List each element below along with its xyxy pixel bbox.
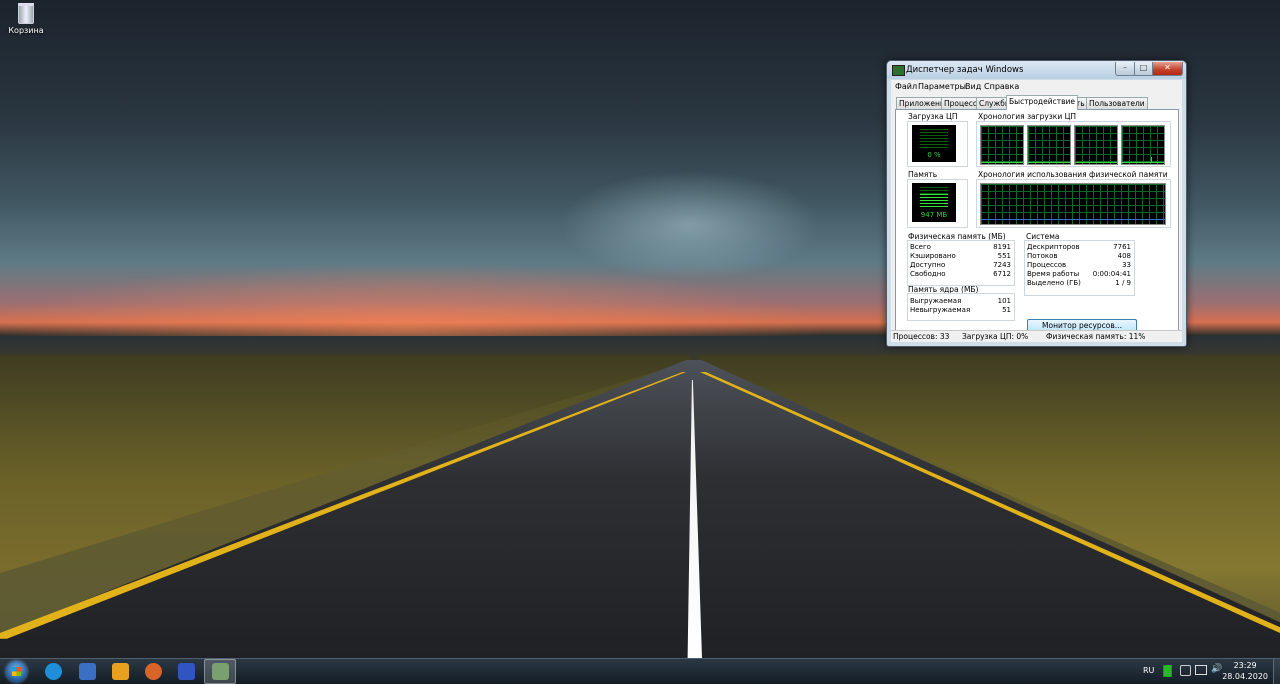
stat-row: Время работы 0:00:04:41	[1027, 270, 1131, 278]
memory-fill	[920, 194, 948, 209]
taskbar-app-save[interactable]	[171, 660, 201, 683]
memory-meter: 947 МБ	[912, 183, 956, 222]
stat-row: Процессов 33	[1027, 261, 1131, 269]
status-cpu: Загрузка ЦП: 0%	[962, 332, 1029, 341]
memory-value: 947 МБ	[920, 211, 948, 219]
cpu-history-graph-core1	[980, 125, 1024, 165]
menu-bar: Файл Параметры Вид Справка	[891, 80, 1182, 93]
menu-file[interactable]: Файл	[895, 82, 917, 91]
performance-panel: Загрузка ЦП 0 % Хронология загрузки ЦП П…	[895, 109, 1179, 332]
cpu-history-graph-core2	[1027, 125, 1071, 165]
title-bar[interactable]: Диспетчер задач Windows – □ ✕	[887, 61, 1186, 79]
sunflower-icon	[112, 663, 129, 680]
kernel-memory-group: Выгружаемая 101 Невыгружаемая 51	[907, 293, 1015, 321]
memory-history-graph	[980, 183, 1166, 225]
network-icon[interactable]	[1180, 665, 1191, 676]
taskbar-app-edge[interactable]	[38, 660, 68, 683]
task-manager-icon	[892, 65, 905, 76]
start-button[interactable]	[6, 661, 27, 682]
stat-row: Свободно 6712	[910, 270, 1011, 278]
menu-options[interactable]: Параметры	[918, 82, 966, 91]
tab-performance[interactable]: Быстродействие	[1006, 95, 1078, 110]
clock[interactable]: 23:29 28.04.2020	[1222, 660, 1268, 682]
show-desktop-button[interactable]	[1273, 659, 1280, 684]
minimize-button[interactable]: –	[1115, 62, 1135, 76]
cpu-usage-meter: 0 %	[912, 125, 956, 162]
taskbar: RU 🔊 23:29 28.04.2020	[0, 658, 1280, 684]
clock-date: 28.04.2020	[1222, 672, 1268, 681]
task-manager-window: Диспетчер задач Windows – □ ✕ Файл Парам…	[886, 60, 1187, 347]
cpu-history-title: Хронология загрузки ЦП	[978, 112, 1077, 121]
stat-row: Выгружаемая 101	[910, 297, 1011, 305]
window-body: Приложения Процессы Службы Быстродействи…	[891, 93, 1182, 342]
storm-cloud	[560, 170, 820, 280]
taskbar-app-photos[interactable]	[105, 660, 135, 683]
action-center-icon[interactable]	[1195, 665, 1207, 675]
status-processes: Процессов: 33	[893, 332, 950, 341]
stat-row: Кэшировано 551	[910, 252, 1011, 260]
stat-row: Доступно 7243	[910, 261, 1011, 269]
menu-help[interactable]: Справка	[984, 82, 1019, 91]
paint-icon	[145, 663, 162, 680]
task-manager-icon	[212, 663, 229, 680]
menu-view[interactable]: Вид	[965, 82, 981, 91]
physical-memory-group: Всего 8191 Кэшировано 551 Доступно 7243 Сво…	[907, 240, 1015, 286]
status-memory: Физическая память: 11%	[1046, 332, 1146, 341]
clock-time: 23:29	[1233, 661, 1257, 670]
system-group: Дескрипторов 7761 Потоков 408 Процессов 33 …	[1024, 240, 1135, 296]
stat-row: Невыгружаемая 51	[910, 306, 1011, 314]
taskbar-app-calendar[interactable]	[72, 660, 102, 683]
calendar-app-icon	[79, 663, 96, 680]
stat-row: Выделено (ГБ) 1 / 9	[1027, 279, 1131, 287]
desktop-icon-label: Корзина	[8, 26, 44, 35]
cpu-usage-value: 0 %	[927, 151, 941, 159]
close-button[interactable]: ✕	[1152, 62, 1183, 76]
edge-icon	[45, 663, 62, 680]
window-title: Диспетчер задач Windows	[906, 65, 1024, 75]
taskbar-app-paint[interactable]	[138, 660, 168, 683]
recycle-bin-icon	[18, 3, 34, 24]
cpu-usage-title: Загрузка ЦП	[908, 112, 958, 121]
cpu-history-graph-core4	[1121, 125, 1165, 165]
memory-history-title: Хронология использования физической памя…	[978, 170, 1168, 179]
volume-icon[interactable]: 🔊	[1211, 664, 1222, 674]
stat-row: Потоков 408	[1027, 252, 1131, 260]
cpu-history-graph-core3	[1074, 125, 1118, 165]
windows-logo-icon	[12, 667, 21, 676]
language-indicator[interactable]: RU	[1143, 666, 1154, 675]
tab-users[interactable]: Пользователи	[1086, 97, 1148, 109]
desktop-icon-recycle-bin[interactable]: Корзина	[6, 3, 46, 35]
memory-title: Память	[908, 170, 938, 179]
stat-row: Дескрипторов 7761	[1027, 243, 1131, 251]
status-bar: Процессов: 33 Загрузка ЦП: 0% Физическая…	[891, 330, 1182, 342]
floppy-icon	[178, 663, 195, 680]
taskbar-app-task-manager[interactable]	[204, 659, 236, 684]
stat-row: Всего 8191	[910, 243, 1011, 251]
maximize-button[interactable]: □	[1134, 62, 1153, 76]
battery-icon[interactable]	[1163, 665, 1172, 677]
